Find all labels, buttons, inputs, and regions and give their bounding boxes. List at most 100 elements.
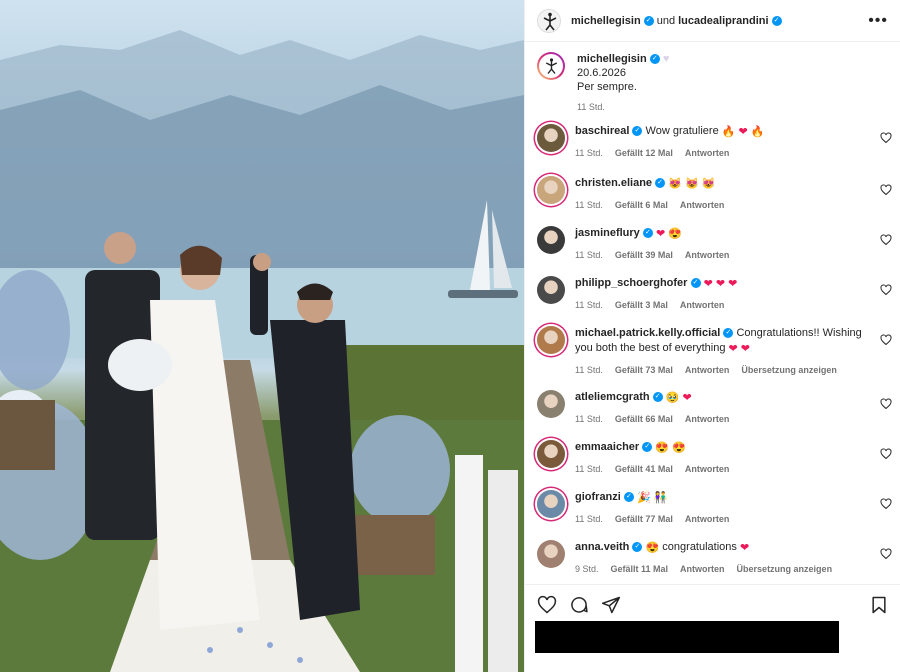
commenter-avatar[interactable] [537,226,565,254]
commenter-avatar[interactable] [537,440,565,468]
post-header: michellegisin ✓ und lucadealiprandini ✓ … [525,0,900,42]
verified-icon: ✓ [623,492,634,503]
comment-like-icon[interactable] [880,184,892,196]
commenter-username[interactable]: anna.veith [575,541,629,553]
comment-icon[interactable] [569,595,589,618]
comment-row: atleliemcgrath ✓ 🥹 ❤ 11 Std. Gefällt 66 M… [525,390,900,440]
comment-likes[interactable]: Gefällt 66 Mal [615,412,673,427]
comment-like-icon[interactable] [880,398,892,410]
comment-like-icon[interactable] [880,334,892,346]
share-icon[interactable] [601,595,621,618]
commenter-avatar[interactable] [537,276,565,304]
author-avatar-ring[interactable] [537,52,565,80]
author-avatar[interactable] [537,8,561,33]
comment-meta: 11 Std. Gefällt 12 Mal Antworten [575,146,866,161]
comment-meta: 11 Std. Gefällt 66 Mal Antworten [575,412,866,427]
comment-time: 9 Std. [575,564,599,574]
party-popper-emoji: 🎉 [636,492,651,504]
heart-eyes-emoji: 😍 [645,542,660,554]
caption-time: 11 Std. [577,102,605,112]
commenter-username[interactable]: jasmineflury [575,227,640,239]
reply-button[interactable]: Antworten [685,363,730,378]
post-side-panel: michellegisin ✓ und lucadealiprandini ✓ … [524,0,900,672]
comment-likes[interactable]: Gefällt 3 Mal [615,298,668,313]
jumping-figure-icon [545,57,557,74]
comment-like-icon[interactable] [880,448,892,460]
reply-button[interactable]: Antworten [685,512,730,527]
post-photo[interactable] [0,0,524,672]
verified-icon: ✓ [642,228,653,239]
comment-likes[interactable]: Gefällt 6 Mal [615,198,668,213]
comment-like-icon[interactable] [880,498,892,510]
comment-likes[interactable]: Gefällt 77 Mal [615,512,673,527]
reply-button[interactable]: Antworten [680,562,725,577]
reply-button[interactable]: Antworten [680,298,725,313]
heart-eyes-cat-emoji: 😻 [684,178,699,190]
commenter-avatar[interactable] [537,390,565,418]
caption-username[interactable]: michellegisin [577,53,647,65]
comment-container: baschireal ✓ Wow gratuliere 🔥 ❤ 🔥 11 Std… [525,124,900,584]
commenter-username[interactable]: michael.patrick.kelly.official [575,327,720,339]
comment-time: 11 Std. [575,414,603,424]
comment-meta: 9 Std. Gefällt 11 Mal Antworten Übersetzung… [575,562,866,577]
comment-likes[interactable]: Gefällt 73 Mal [615,363,673,378]
action-bar [525,584,900,672]
verified-icon: ✓ [771,15,782,26]
verified-icon: ✓ [655,178,666,189]
commenter-username[interactable]: philipp_schoerghofer [575,277,687,289]
comment-likes[interactable]: Gefällt 39 Mal [615,248,673,263]
comment-like-icon[interactable] [880,234,892,246]
commenter-username[interactable]: atleliemcgrath [575,391,650,403]
jumping-figure-icon [543,12,557,30]
red-heart-emoji: ❤ [740,343,750,355]
comment-row: baschireal ✓ Wow gratuliere 🔥 ❤ 🔥 11 Std… [525,124,900,176]
comment-likes[interactable]: Gefällt 11 Mal [611,562,669,577]
comment-time: 11 Std. [575,514,603,524]
teary-face-emoji: 🥹 [665,392,680,404]
author-names: michellegisin ✓ und lucadealiprandini ✓ [571,15,782,27]
comments-list[interactable]: michellegisin ✓ ♥ 20.6.2026 Per sempre. … [525,42,900,584]
red-heart-emoji: ❤ [703,278,713,290]
reply-button[interactable]: Antworten [685,248,730,263]
author-username[interactable]: michellegisin [571,15,641,27]
comment-like-icon[interactable] [880,132,892,144]
comment-like-icon[interactable] [880,284,892,296]
verified-icon: ✓ [632,126,643,137]
translate-button[interactable]: Übersetzung anzeigen [737,562,833,577]
comment-row: anna.veith ✓ 😍 congratulations ❤ 9 Std. Ge… [525,540,900,584]
more-options-button[interactable]: ••• [868,12,888,30]
commenter-avatar[interactable] [537,490,565,518]
commenter-username[interactable]: giofranzi [575,491,621,503]
commenter-username[interactable]: emmaaicher [575,441,639,453]
comment-likes[interactable]: Gefällt 41 Mal [615,462,673,477]
comment-like-icon[interactable] [880,548,892,560]
heart-outline-icon[interactable] [537,595,557,618]
commenter-avatar[interactable] [537,540,565,568]
heart-eyes-emoji: 😍 [668,228,682,240]
red-heart-emoji: ❤ [728,278,738,290]
verified-icon: ✓ [723,328,734,339]
commenter-avatar[interactable] [537,124,565,152]
commenter-username[interactable]: baschireal [575,125,629,137]
reply-button[interactable]: Antworten [680,198,725,213]
bookmark-icon[interactable] [869,595,889,618]
fire-emoji: 🔥 [750,126,765,138]
comment-row: jasmineflury ✓ ❤ 😍 11 Std. Gefällt 39 Mal… [525,226,900,276]
commenter-username[interactable]: christen.eliane [575,177,652,189]
commenter-avatar[interactable] [537,176,565,204]
comment-time: 11 Std. [575,200,603,210]
redacted-bar [535,621,839,653]
comment-meta: 11 Std. Gefällt 3 Mal Antworten [575,298,866,313]
comment-time: 11 Std. [575,365,603,375]
coauthor-username[interactable]: lucadealiprandini [678,15,768,27]
heart-eyes-emoji: 😍 [672,442,686,454]
comment-likes[interactable]: Gefällt 12 Mal [615,146,673,161]
red-heart-emoji: ❤ [682,392,692,404]
commenter-avatar[interactable] [537,326,565,354]
reply-button[interactable]: Antworten [685,462,730,477]
reply-button[interactable]: Antworten [685,146,730,161]
reply-button[interactable]: Antworten [685,412,730,427]
comment-meta: 11 Std. Gefällt 39 Mal Antworten [575,248,866,263]
red-heart-emoji: ❤ [739,542,750,554]
translate-button[interactable]: Übersetzung anzeigen [741,363,837,378]
